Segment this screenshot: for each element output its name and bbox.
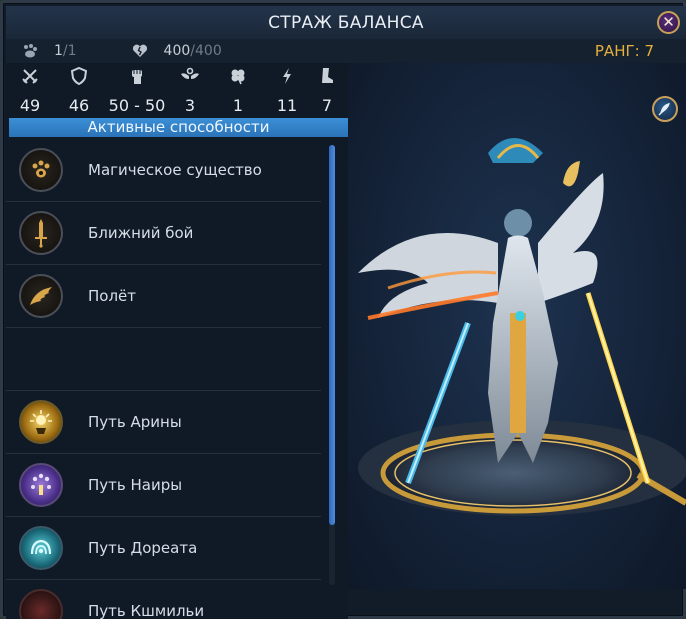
abilities-list: Магическое существо Ближний бой Полёт Пу… [6,139,348,619]
arina-path-icon [19,400,63,444]
ability-kshmili-path[interactable]: Путь Кшмильи [6,580,321,619]
ability-label: Полёт [88,287,137,305]
ability-melee[interactable]: Ближний бой [6,202,321,265]
ability-magic-creature[interactable]: Магическое существо [6,139,321,202]
abilities-scrollbar[interactable] [329,145,335,585]
sword-icon [19,211,63,255]
ability-label: Ближний бой [88,224,194,242]
lightning-icon [283,68,291,84]
title-bar: СТРАЖ БАЛАНСА ✕ [6,6,686,40]
close-button[interactable]: ✕ [657,11,680,34]
boot-icon [322,68,333,83]
stat-luck-value: 1 [232,96,244,115]
stats-row: 49 46 50 - 50 3 1 11 7 [6,67,348,119]
wing-icon [19,274,63,318]
stat-defense: 46 [54,67,104,115]
resource-bar: 1 /1 400 /400 РАНГ: 7 [6,39,686,63]
stat-attack: 49 [6,67,54,115]
close-icon: ✕ [662,13,675,31]
stat-morale-value: 11 [276,96,298,115]
ability-label: Путь Наиры [88,476,183,494]
scrollbar-thumb[interactable] [329,145,335,525]
feather-icon [658,103,670,116]
kshmili-path-icon [19,589,63,619]
ability-doreat-path[interactable]: Путь Дореата [6,517,321,580]
stat-defense-value: 46 [68,96,90,115]
unit-count-max: /1 [62,43,77,59]
stat-speed: 7 [308,67,346,115]
stat-attack-value: 49 [19,96,41,115]
ability-label: Путь Арины [88,413,182,431]
paw-group-icon [24,44,37,58]
stat-damage: 50 - 50 [104,67,170,115]
window-title: СТРАЖ БАЛАНСА [268,12,424,33]
fist-icon [132,70,142,84]
ability-naira-path[interactable]: Путь Наиры [6,454,321,517]
unit-model-image [358,138,686,516]
crossed-swords-icon [22,69,38,84]
clover-icon [231,69,245,85]
unit-count-current: 1 [54,43,63,59]
stat-initiative: 3 [170,67,210,115]
health-max: /400 [190,43,222,59]
ability-label: Путь Кшмильи [88,602,205,619]
ability-arina-path[interactable]: Путь Арины [6,391,321,454]
active-abilities-header: Активные способности [9,118,348,137]
edit-feather-button[interactable] [652,96,678,122]
stat-initiative-value: 3 [184,96,196,115]
ability-empty-slot [6,328,321,391]
shield-icon [71,67,87,85]
unit-info-window: СТРАЖ БАЛАНСА ✕ 1 /1 400 /400 РАНГ: 7 49… [0,0,686,619]
stat-speed-value: 7 [321,96,333,115]
stat-luck: 1 [210,67,266,115]
ability-label: Магическое существо [88,161,262,179]
health: 400 /400 [132,43,222,59]
wings-icon [181,67,199,79]
stat-damage-value: 50 - 50 [108,96,166,115]
unit-preview [348,63,686,589]
info-panel: 49 46 50 - 50 3 1 11 7 Активные способно… [6,63,348,619]
rank-label: РАНГ: 7 [594,42,654,60]
health-current: 400 [163,43,191,59]
naira-path-icon [19,463,63,507]
doreat-path-icon [19,526,63,570]
ability-flight[interactable]: Полёт [6,265,321,328]
stat-morale: 11 [266,67,308,115]
unit-count: 1 /1 [22,43,77,59]
ability-label: Путь Дореата [88,539,198,557]
heart-crack-icon [132,44,147,57]
paw-icon [19,148,63,192]
